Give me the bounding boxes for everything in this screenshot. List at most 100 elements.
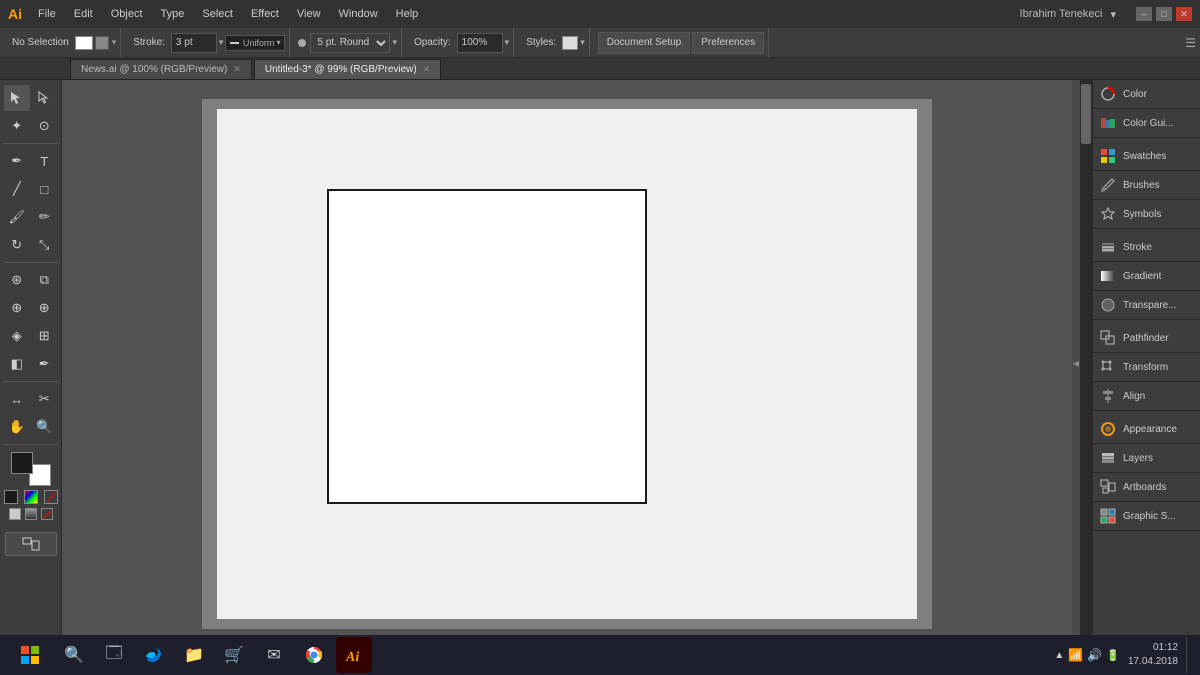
none-color-icon[interactable] <box>44 490 58 504</box>
brush-select[interactable]: 5 pt. Round <box>310 33 390 53</box>
rotate-tool[interactable]: ↻ <box>4 232 30 258</box>
artboard-button[interactable] <box>5 532 57 556</box>
mesh-tool[interactable]: ⊞ <box>32 323 58 349</box>
free-transform-tool[interactable]: ⧉ <box>32 267 58 293</box>
zoom-tool[interactable]: 🔍 <box>32 414 58 440</box>
panel-align[interactable]: Align <box>1093 382 1200 411</box>
menu-effect[interactable]: Effect <box>243 6 287 22</box>
blend-tool[interactable]: ↔ <box>4 386 30 412</box>
panel-color-guide[interactable]: Color Gui... <box>1093 109 1200 138</box>
restore-button[interactable]: □ <box>1156 7 1172 21</box>
panel-stroke[interactable]: Stroke <box>1093 233 1200 262</box>
panel-color[interactable]: Color <box>1093 80 1200 109</box>
tab-untitled-close[interactable]: ✕ <box>423 64 431 75</box>
fill-swatch[interactable] <box>75 36 93 50</box>
menu-edit[interactable]: Edit <box>66 6 101 22</box>
scissors-tool[interactable]: ✂ <box>32 386 58 412</box>
magic-wand-tool[interactable]: ✦ <box>4 113 30 139</box>
gradient-mode-icon[interactable] <box>25 508 37 520</box>
none-mode-icon[interactable] <box>41 508 53 520</box>
close-button[interactable]: ✕ <box>1176 7 1192 21</box>
taskbar-chrome[interactable] <box>296 637 332 673</box>
transform-panel-label: Transform <box>1123 362 1168 373</box>
selection-tool[interactable] <box>4 85 30 111</box>
tab-news[interactable]: News.ai @ 100% (RGB/Preview) ✕ <box>70 59 252 79</box>
taskbar-edge[interactable] <box>136 637 172 673</box>
opacity-input[interactable] <box>457 33 503 53</box>
brush-dropdown[interactable]: ▾ <box>392 37 397 48</box>
panel-transform[interactable]: Transform <box>1093 353 1200 382</box>
scale-tool[interactable]: ⤡ <box>32 232 58 258</box>
stroke-style-dropdown[interactable]: ▾ <box>276 38 280 47</box>
panel-collapse-handle[interactable]: ◀ <box>1072 80 1080 647</box>
eyedropper-tool[interactable]: ✒ <box>32 351 58 377</box>
menu-file[interactable]: File <box>30 6 64 22</box>
taskbar-task-view[interactable]: 🗔 <box>96 637 132 673</box>
lasso-tool[interactable]: ⊙ <box>32 113 58 139</box>
stroke-swatch[interactable] <box>95 36 109 50</box>
live-paint-tool[interactable]: ⊕ <box>32 295 58 321</box>
menu-object[interactable]: Object <box>103 6 151 22</box>
pen-tool[interactable]: ✒ <box>4 148 30 174</box>
panel-swatches[interactable]: Swatches <box>1093 142 1200 171</box>
panel-transparency[interactable]: Transpare... <box>1093 291 1200 320</box>
vertical-scrollbar[interactable] <box>1080 80 1092 647</box>
panel-brushes[interactable]: Brushes <box>1093 171 1200 200</box>
gradient-panel-icon <box>1099 267 1117 285</box>
tray-arrow[interactable]: ▲ <box>1054 650 1064 661</box>
align-panel-label: Align <box>1123 391 1145 402</box>
scrollbar-thumb[interactable] <box>1081 84 1091 144</box>
menu-help[interactable]: Help <box>388 6 427 22</box>
start-button[interactable] <box>8 637 52 673</box>
menu-select[interactable]: Select <box>194 6 241 22</box>
menu-type[interactable]: Type <box>153 6 193 22</box>
stroke-input[interactable] <box>171 33 217 53</box>
paintbrush-tool[interactable]: 🖌 <box>4 204 30 230</box>
preferences-button[interactable]: Preferences <box>692 32 764 54</box>
user-dropdown-icon[interactable]: ▾ <box>1110 8 1116 21</box>
direct-selection-tool[interactable] <box>32 85 58 111</box>
rect-tool[interactable]: □ <box>32 176 58 202</box>
pencil-tool[interactable]: ✏ <box>32 204 58 230</box>
minimize-button[interactable]: – <box>1136 7 1152 21</box>
shape-builder-tool[interactable]: ⊕ <box>4 295 30 321</box>
gradient-tool-tb[interactable]: ◧ <box>4 351 30 377</box>
panel-gradient[interactable]: Gradient <box>1093 262 1200 291</box>
stroke-style-select[interactable]: Uniform ▾ <box>225 35 285 51</box>
panel-appearance[interactable]: Appearance <box>1093 415 1200 444</box>
taskbar-explorer[interactable]: 📁 <box>176 637 212 673</box>
warp-tool[interactable]: ⊛ <box>4 267 30 293</box>
canvas-area[interactable] <box>62 80 1072 647</box>
styles-swatch[interactable] <box>562 36 578 50</box>
artboard <box>202 99 932 629</box>
show-desktop-button[interactable] <box>1186 637 1192 673</box>
line-tool[interactable]: ╱ <box>4 176 30 202</box>
type-tool[interactable]: T <box>32 148 58 174</box>
panel-artboards[interactable]: Artboards <box>1093 473 1200 502</box>
tab-untitled[interactable]: Untitled-3* @ 99% (RGB/Preview) ✕ <box>254 59 441 79</box>
panel-layers[interactable]: Layers <box>1093 444 1200 473</box>
opacity-dropdown[interactable]: ▾ <box>505 37 510 48</box>
perspective-tool[interactable]: ◈ <box>4 323 30 349</box>
panel-toggle-button[interactable]: ☰ <box>1185 36 1196 50</box>
foreground-color-swatch[interactable] <box>11 452 33 474</box>
styles-dropdown[interactable]: ▾ <box>580 37 585 48</box>
panel-symbols[interactable]: Symbols <box>1093 200 1200 229</box>
default-colors-icon[interactable] <box>4 490 18 504</box>
taskbar-illustrator[interactable]: Ai <box>336 637 372 673</box>
swap-colors-icon[interactable] <box>24 490 38 504</box>
panel-graphic-styles[interactable]: Graphic S... <box>1093 502 1200 531</box>
taskbar-mail[interactable]: ✉ <box>256 637 292 673</box>
menu-window[interactable]: Window <box>331 6 386 22</box>
system-tray[interactable]: ▲ 📶 🔊 🔋 <box>1054 648 1120 662</box>
panel-pathfinder[interactable]: Pathfinder <box>1093 324 1200 353</box>
doc-setup-button[interactable]: Document Setup <box>598 32 691 54</box>
menu-view[interactable]: View <box>289 6 329 22</box>
taskbar-store[interactable]: 🛒 <box>216 637 252 673</box>
taskbar-clock[interactable]: 01:12 17.04.2018 <box>1128 641 1178 669</box>
taskbar-search[interactable]: 🔍 <box>56 637 92 673</box>
color-mode-icon[interactable] <box>9 508 21 520</box>
hand-tool[interactable]: ✋ <box>4 414 30 440</box>
tab-news-close[interactable]: ✕ <box>233 64 241 75</box>
canvas-rectangle[interactable] <box>327 189 647 504</box>
